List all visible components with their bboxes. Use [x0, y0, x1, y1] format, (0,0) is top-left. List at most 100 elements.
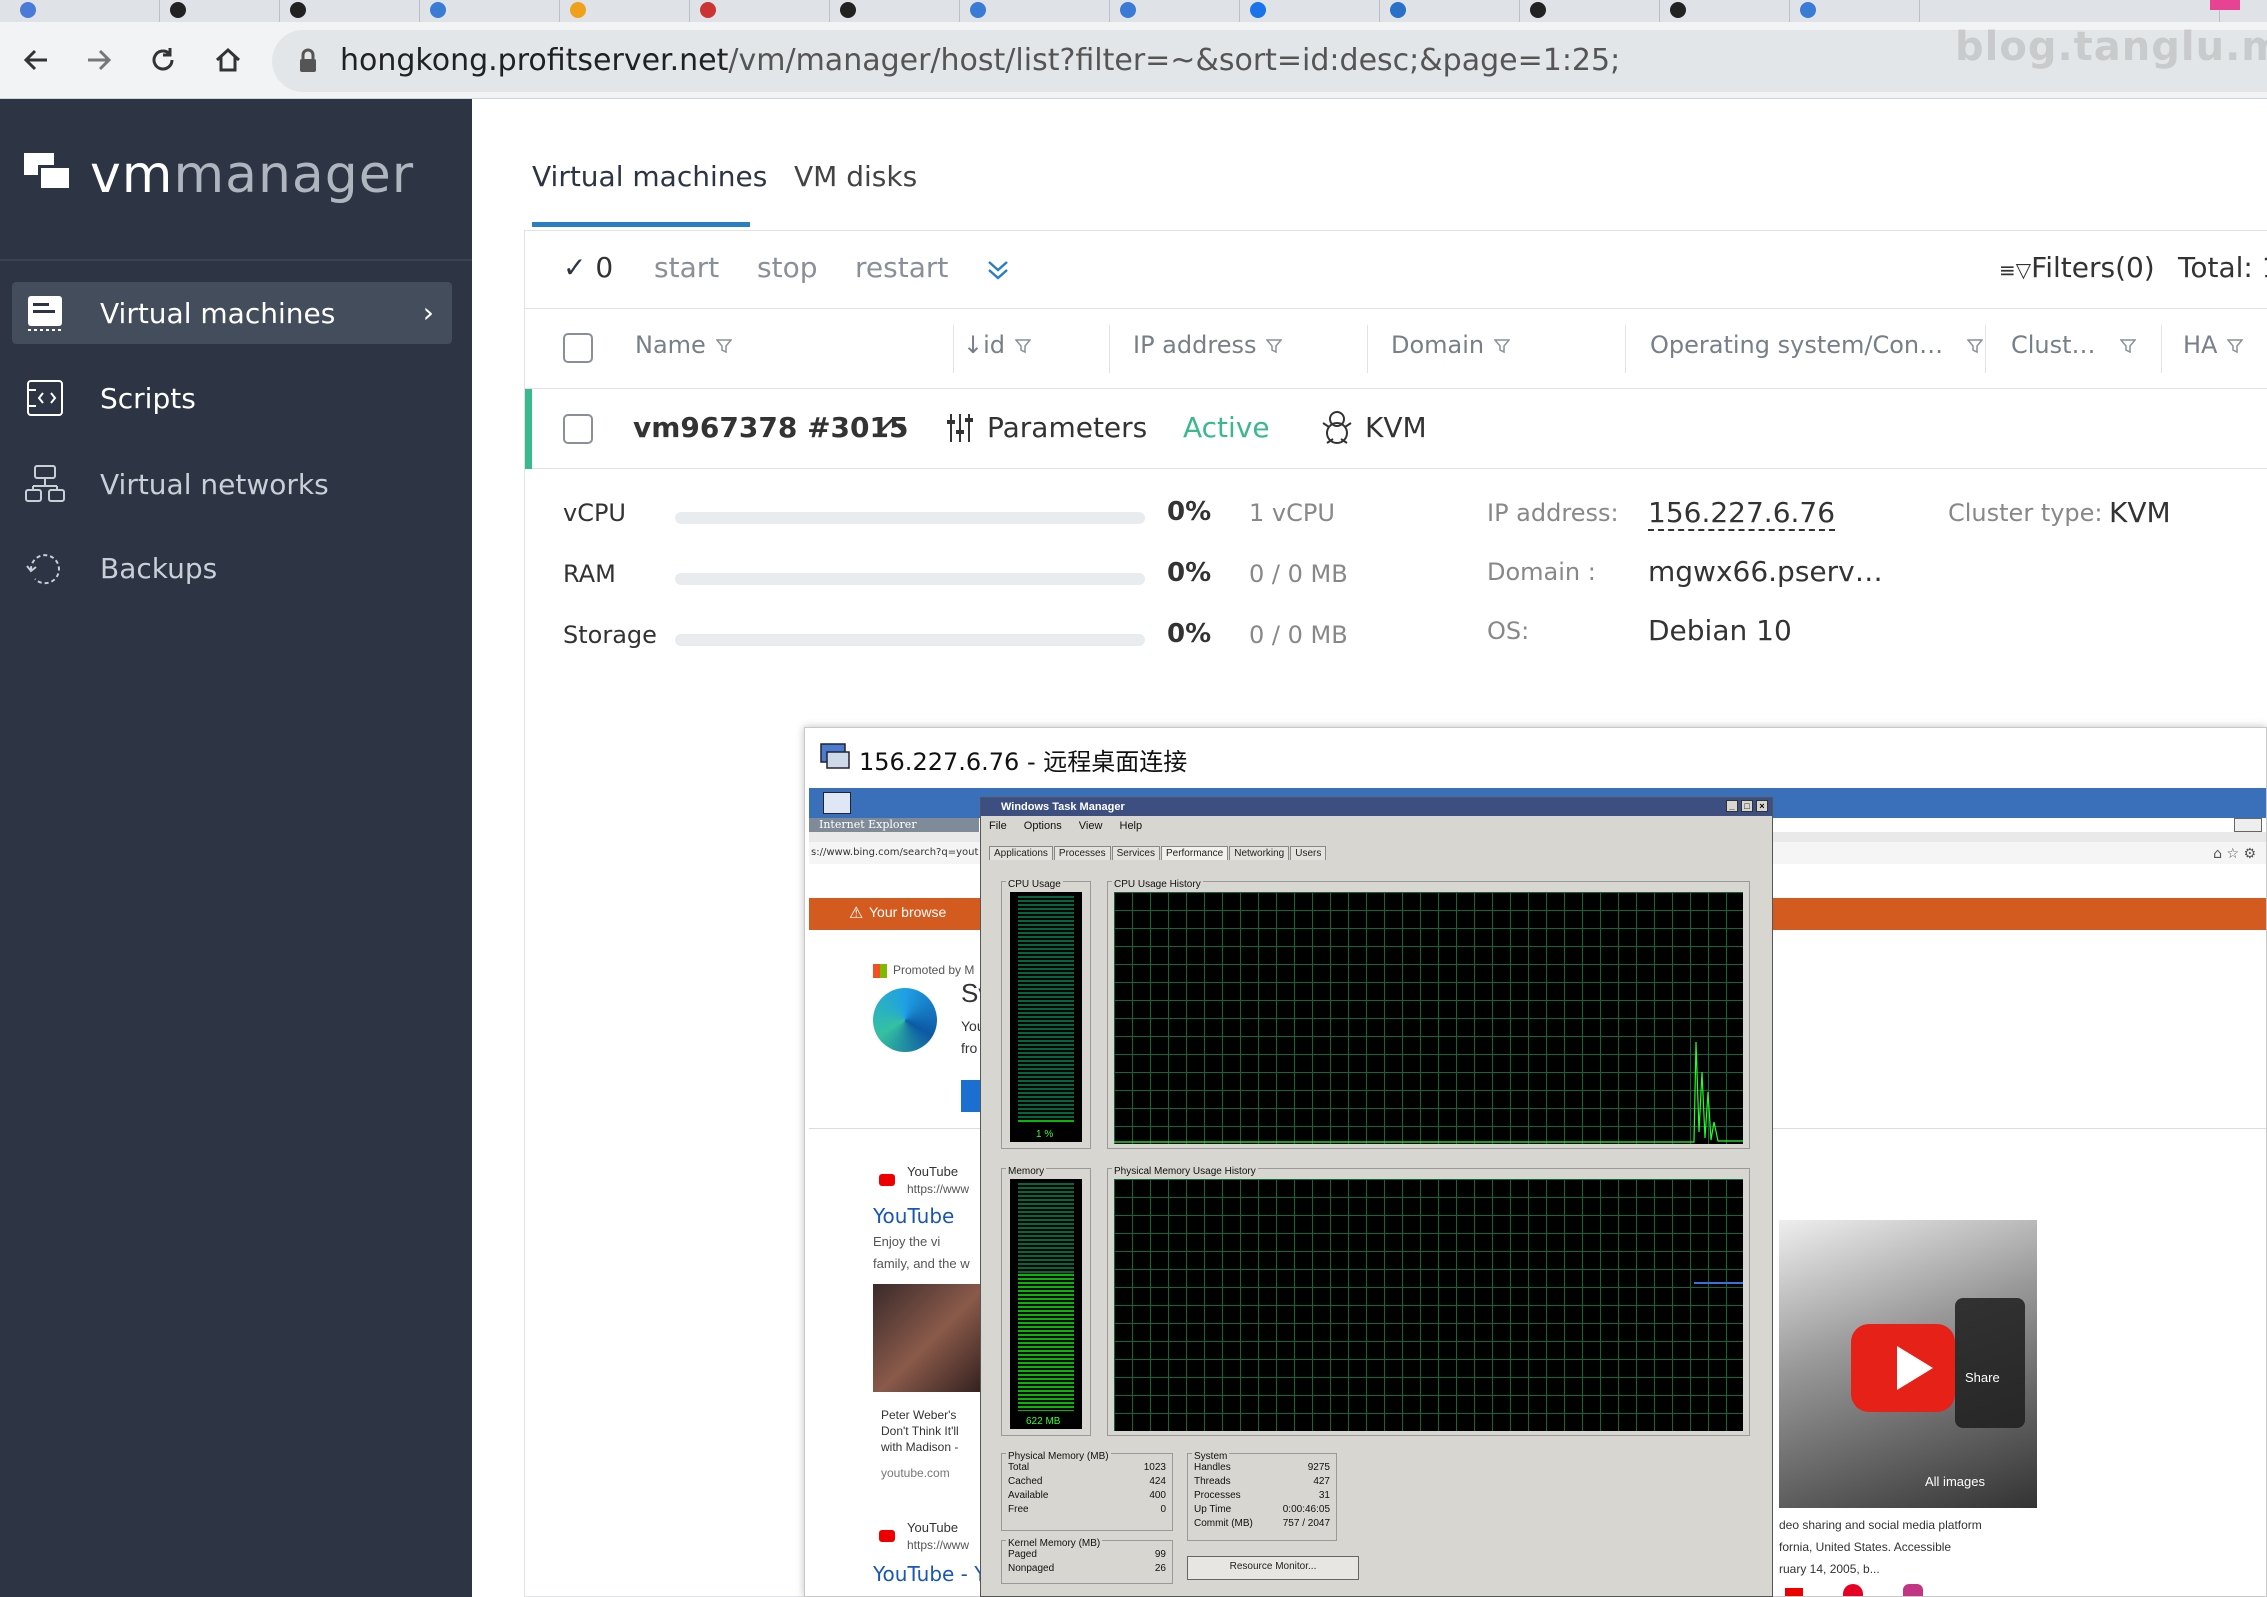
browser-tab[interactable]	[1660, 0, 1790, 22]
vcpu-usage-bar	[675, 512, 1145, 524]
column-label: Operating system/Con…	[1650, 331, 1944, 359]
instagram-icon[interactable]	[1903, 1584, 1923, 1596]
result-link[interactable]: YouTube - Y	[873, 1562, 986, 1586]
menu-view[interactable]: View	[1079, 820, 1103, 832]
ie-toolbar-icons[interactable]: ⌂ ☆ ⚙	[2213, 846, 2256, 862]
memory-meter: 622 MB	[1010, 1179, 1082, 1429]
ie-window-controls[interactable]	[2234, 818, 2262, 832]
collapse-row-button[interactable]	[877, 411, 907, 445]
video-thumbnail[interactable]	[873, 1284, 993, 1392]
logo-icon	[24, 153, 80, 197]
maximize-icon[interactable]: □	[1741, 800, 1753, 812]
filter-icon[interactable]	[1494, 338, 1511, 354]
cpu-percent: 1 %	[1036, 1129, 1054, 1140]
browser-tab[interactable]	[0, 0, 160, 22]
filter-icon[interactable]	[715, 338, 732, 354]
filter-icon[interactable]	[1015, 338, 1032, 354]
script-icon	[27, 380, 63, 416]
more-actions-button[interactable]	[985, 257, 1011, 287]
back-button[interactable]	[14, 38, 58, 82]
share-label[interactable]: Share	[1965, 1370, 2000, 1385]
column-os[interactable]: Operating system/Con…	[1650, 331, 1984, 359]
column-label: IP address	[1133, 331, 1257, 359]
menu-options[interactable]: Options	[1024, 820, 1062, 832]
sidebar-item-virtual-networks[interactable]: Virtual networks	[12, 453, 452, 515]
stat-label: Up Time	[1194, 1504, 1232, 1515]
browser-tab[interactable]	[960, 0, 1110, 22]
filter-icon[interactable]	[1266, 338, 1283, 354]
column-domain[interactable]: Domain	[1391, 331, 1511, 359]
column-name[interactable]: Name	[635, 331, 732, 359]
stop-button[interactable]: stop	[757, 251, 817, 284]
browser-tab[interactable]	[280, 0, 420, 22]
pinterest-icon[interactable]	[1843, 1584, 1863, 1596]
restart-button[interactable]: restart	[855, 251, 948, 284]
close-icon[interactable]: ×	[1756, 800, 1768, 812]
vcpu-detail: 1 vCPU	[1249, 499, 1335, 527]
task-manager-window[interactable]: Windows Task Manager _ □ × File Options …	[980, 797, 1773, 1597]
column-ha[interactable]: HA	[2183, 331, 2244, 359]
browser-tab[interactable]	[1240, 0, 1380, 22]
row-checkbox[interactable]	[563, 414, 593, 444]
video-caption: Don't Think It'll	[881, 1424, 959, 1438]
browser-tab[interactable]	[1520, 0, 1660, 22]
vmmanager-logo[interactable]: vmmanager	[24, 145, 414, 205]
filter-icon[interactable]	[2119, 338, 2136, 354]
browser-tab[interactable]	[160, 0, 280, 22]
select-all-checkbox[interactable]	[563, 333, 593, 363]
menu-file[interactable]: File	[989, 820, 1007, 832]
tab-vm-disks[interactable]: VM disks	[794, 160, 917, 193]
tab-processes[interactable]: Processes	[1053, 846, 1111, 860]
start-button[interactable]: start	[654, 251, 719, 284]
tab-virtual-machines[interactable]: Virtual machines	[532, 160, 767, 193]
column-id[interactable]: ↓id	[963, 331, 1032, 359]
ram-percent: 0%	[1167, 558, 1212, 588]
ip-address-value[interactable]: 156.227.6.76	[1648, 496, 1836, 531]
result-snippet: family, and the w	[873, 1256, 970, 1271]
result-link[interactable]: YouTube	[873, 1204, 954, 1228]
social-icon[interactable]	[1785, 1588, 1803, 1596]
cluster-type-label: Cluster type:	[1948, 499, 2103, 527]
filters-button[interactable]: ≡▽Filters(0)	[1999, 251, 2155, 284]
sidebar-item-scripts[interactable]: Scripts	[12, 367, 452, 429]
browser-tab[interactable]	[1380, 0, 1520, 22]
tab-networking[interactable]: Networking	[1229, 846, 1290, 860]
memory-history-label: Physical Memory Usage History	[1112, 1166, 1258, 1177]
ip-address-label: IP address:	[1487, 499, 1619, 527]
home-button[interactable]	[206, 38, 250, 82]
stat-value: 26	[1154, 1563, 1166, 1574]
rdp-titlebar[interactable]: 156.227.6.76 - 远程桌面连接	[805, 728, 2266, 786]
sidebar-item-backups[interactable]: Backups	[12, 537, 452, 599]
browser-tab[interactable]	[560, 0, 690, 22]
browser-tab[interactable]	[420, 0, 560, 22]
browser-tab[interactable]	[690, 0, 830, 22]
reload-button[interactable]	[141, 38, 185, 82]
browser-tab[interactable]	[1110, 0, 1240, 22]
browser-tab[interactable]	[830, 0, 960, 22]
task-manager-titlebar[interactable]: Windows Task Manager _ □ ×	[981, 798, 1772, 816]
browser-tab-indicator	[2210, 0, 2240, 10]
menu-help[interactable]: Help	[1120, 820, 1143, 832]
cpu-usage-label: CPU Usage	[1006, 879, 1063, 890]
tab-users[interactable]: Users	[1290, 846, 1327, 860]
sidebar-item-virtual-machines[interactable]: Virtual machines ›	[12, 282, 452, 344]
tab-services[interactable]: Services	[1111, 846, 1160, 860]
column-ip-address[interactable]: IP address	[1133, 331, 1283, 359]
tab-performance[interactable]: Performance	[1160, 846, 1229, 860]
share-panel[interactable]	[1955, 1298, 2025, 1428]
parameters-button[interactable]: Parameters	[945, 411, 1147, 444]
column-cluster[interactable]: Clust…	[2011, 331, 2136, 359]
filter-icon[interactable]	[2227, 338, 2244, 354]
knowledge-panel-image[interactable]: Share All images	[1779, 1220, 2037, 1508]
all-images-link[interactable]: All images	[1925, 1474, 1985, 1489]
tab-applications[interactable]: Applications	[989, 846, 1053, 860]
browser-tab[interactable]	[1920, 0, 2220, 22]
vm-name[interactable]: vm967378 #3015	[633, 411, 908, 444]
forward-button[interactable]	[77, 38, 121, 82]
stat-label: Handles	[1194, 1462, 1231, 1473]
filter-icon[interactable]	[1967, 338, 1984, 354]
resource-monitor-button[interactable]: Resource Monitor...	[1187, 1556, 1359, 1580]
table-row[interactable]: vm967378 #3015 Parameters Active KVM	[525, 389, 2267, 469]
browser-tab[interactable]	[1790, 0, 1920, 22]
minimize-icon[interactable]: _	[1726, 800, 1738, 812]
